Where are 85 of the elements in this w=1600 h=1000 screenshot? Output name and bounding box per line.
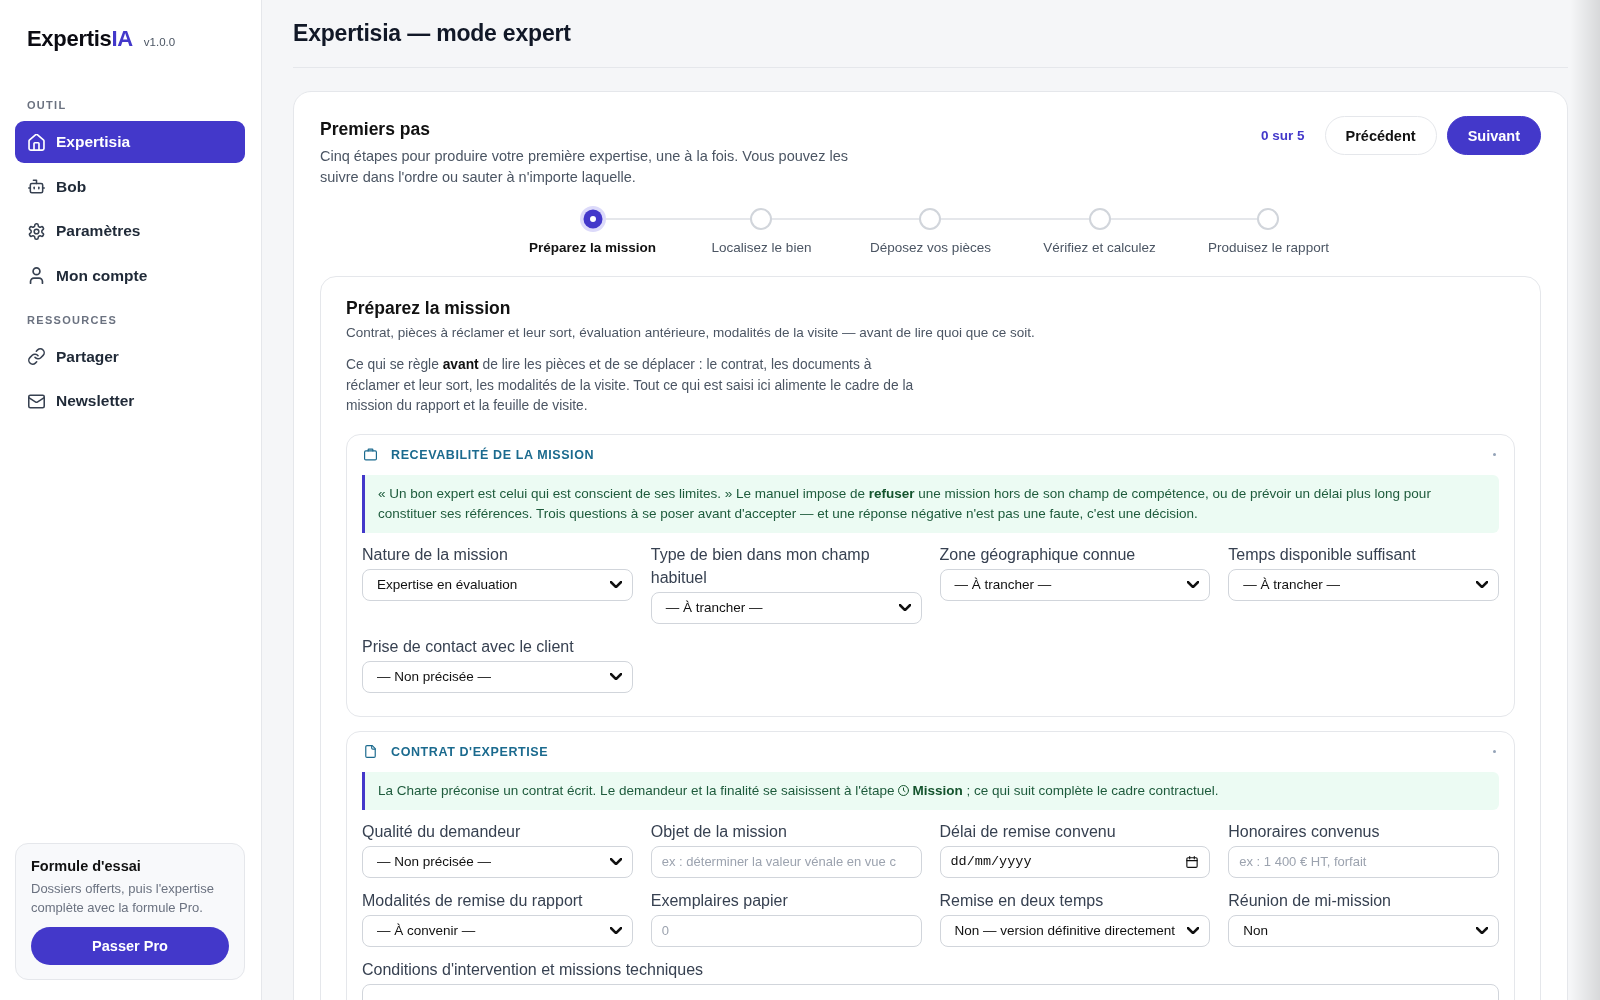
stepper-step[interactable]: Localisez le bien — [711, 206, 812, 257]
field-label: Temps disponible suffisant — [1228, 544, 1417, 565]
chevron-down-icon — [609, 927, 622, 934]
select-field[interactable]: — Non précisée — — [362, 845, 633, 878]
field-label: Prise de contact avec le client — [362, 636, 575, 657]
upgrade-button[interactable]: Passer Pro — [31, 927, 229, 965]
text-input[interactable]: 0 — [650, 914, 922, 947]
field-label: Qualité du demandeur — [362, 821, 522, 842]
field-label: Zone géographique connue — [939, 544, 1137, 565]
select-field[interactable]: — À trancher — — [1228, 568, 1499, 601]
step-intro: Ce qui se règle avant de lire les pièces et de se déplacer : le contrat, les documents à réclamer et leur sort, les modalités de la visite. Tout ce qui est saisi ici alimente le cadre de la mission du rapport et la feuille de visite. — [346, 356, 915, 415]
calendar-icon — [1186, 855, 1199, 868]
stepper-step[interactable]: Vérifiez et calculez — [1043, 206, 1156, 257]
stepper-step[interactable]: Déposez vos pièces — [870, 206, 991, 257]
step-circle-icon — [750, 208, 773, 230]
gear-icon — [28, 222, 45, 240]
step-circle-icon — [1088, 208, 1111, 230]
select-field[interactable]: — À convenir — — [362, 914, 633, 947]
home-icon — [28, 133, 45, 151]
field-label: Nature de la mission — [362, 544, 509, 565]
field-label: Réunion de mi-mission — [1228, 890, 1392, 911]
select-field[interactable]: — À trancher — — [939, 568, 1211, 601]
date-field[interactable]: dd/mm/yyyy — [939, 845, 1211, 878]
previous-button[interactable]: Précédent — [1324, 116, 1437, 155]
field-label: Modalités de remise du rapport — [362, 890, 584, 911]
nav-item[interactable]: Partager — [15, 335, 245, 378]
dot-icon — [1493, 750, 1496, 753]
nav-item[interactable]: Newsletter — [15, 380, 245, 422]
field-label: Remise en deux temps — [939, 890, 1105, 911]
field-label: Honoraires convenus — [1228, 821, 1381, 842]
text-input[interactable]: ex : déterminer la valeur vénale en vue c — [650, 845, 922, 878]
clock-icon — [898, 784, 910, 796]
chevron-down-icon — [1476, 927, 1488, 934]
nav-item[interactable]: Expertisia — [15, 121, 245, 163]
briefcase-icon — [364, 448, 377, 461]
nav-item[interactable]: Paramètres — [15, 210, 245, 252]
chevron-down-icon — [1187, 581, 1200, 588]
card-description: Cinq étapes pour produire votre première expertise, une à la fois. Vous pouvez les suivre dans l'ordre ou sauter à n'importe laquelle. — [320, 147, 849, 187]
step-circle-icon — [579, 206, 606, 232]
robot-icon — [28, 178, 45, 195]
select-field[interactable]: Expertise en évaluation — [362, 568, 633, 601]
card-title: Premiers pas — [320, 118, 431, 140]
section-title: CONTRAT D'EXPERTISE — [391, 744, 549, 759]
field-label: Conditions d'intervention et missions techniques — [362, 959, 705, 980]
mail-icon — [28, 392, 45, 410]
trial-description: Dossiers offerts, puis l'expertise complète avec la formule Pro. — [31, 880, 215, 917]
field-label: Objet de la mission — [650, 821, 788, 842]
chevron-down-icon — [609, 858, 622, 865]
stepper-step[interactable]: Produisez le rapport — [1208, 206, 1329, 257]
step-circle-icon — [919, 208, 942, 230]
step-subtitle: Contrat, pièces à réclamer et leur sort, évaluation antérieure, modalités de la visite — avant de lire quoi que ce soit. — [346, 324, 1036, 342]
chevron-down-icon — [609, 581, 622, 588]
page-title: Expertisia — mode expert — [293, 19, 572, 47]
step-title: Préparez la mission — [346, 297, 512, 319]
select-field[interactable]: — À trancher — — [650, 591, 922, 624]
nav-item[interactable]: Mon compte — [15, 254, 245, 297]
app-logo: ExpertisIA — [27, 26, 133, 52]
document-icon — [364, 745, 377, 758]
progress-label: 0 sur 5 — [1260, 128, 1305, 143]
callout-text: La Charte préconise un contrat écrit. Le demandeur et la finalité se saisissent à l'étape Mission ; ce qui suit complète le cadre contractuel. — [378, 781, 1220, 800]
field-label: Type de bien dans mon champ habituel — [650, 544, 871, 588]
dot-icon — [1493, 453, 1496, 456]
next-button[interactable]: Suivant — [1446, 116, 1541, 155]
link-icon — [28, 348, 45, 365]
field-label: Exemplaires papier — [650, 890, 789, 911]
select-field[interactable]: Non — version définitive directement — [939, 914, 1211, 947]
chevron-down-icon — [609, 673, 622, 680]
step-circle-icon — [1257, 208, 1280, 230]
step-link[interactable]: Mission — [898, 782, 963, 798]
trial-title: Formule d'essai — [31, 857, 142, 875]
user-icon — [28, 267, 45, 284]
field-label: Délai de remise convenu — [939, 821, 1117, 842]
select-field[interactable]: Non — [1228, 914, 1499, 947]
version-label: v1.0.0 — [143, 36, 176, 48]
callout-text: « Un bon expert est celui qui est conscient de ses limites. » Le manuel impose de refuser une mission hors de son champ de compétence, ou de prévoir un délai plus long pour constituer ses références. Trois questions à se poser avant d'accepter — et une réponse négative n'est pas une faute, c'est une décision. — [378, 484, 1432, 523]
nav-item[interactable]: Bob — [15, 165, 245, 208]
stepper-step[interactable]: Préparez la mission — [529, 206, 656, 257]
select-field[interactable]: — Non précisée — — [362, 660, 633, 693]
nav-group-heading: RESSOURCES — [26, 312, 119, 327]
nav-group-heading: OUTIL — [26, 98, 68, 112]
text-input[interactable]: ex : 1 400 € HT, forfait — [1228, 845, 1499, 878]
chevron-down-icon — [1187, 927, 1200, 934]
section-title: RECEVABILITÉ DE LA MISSION — [391, 447, 595, 462]
chevron-down-icon — [898, 604, 911, 611]
chevron-down-icon — [1476, 581, 1488, 588]
